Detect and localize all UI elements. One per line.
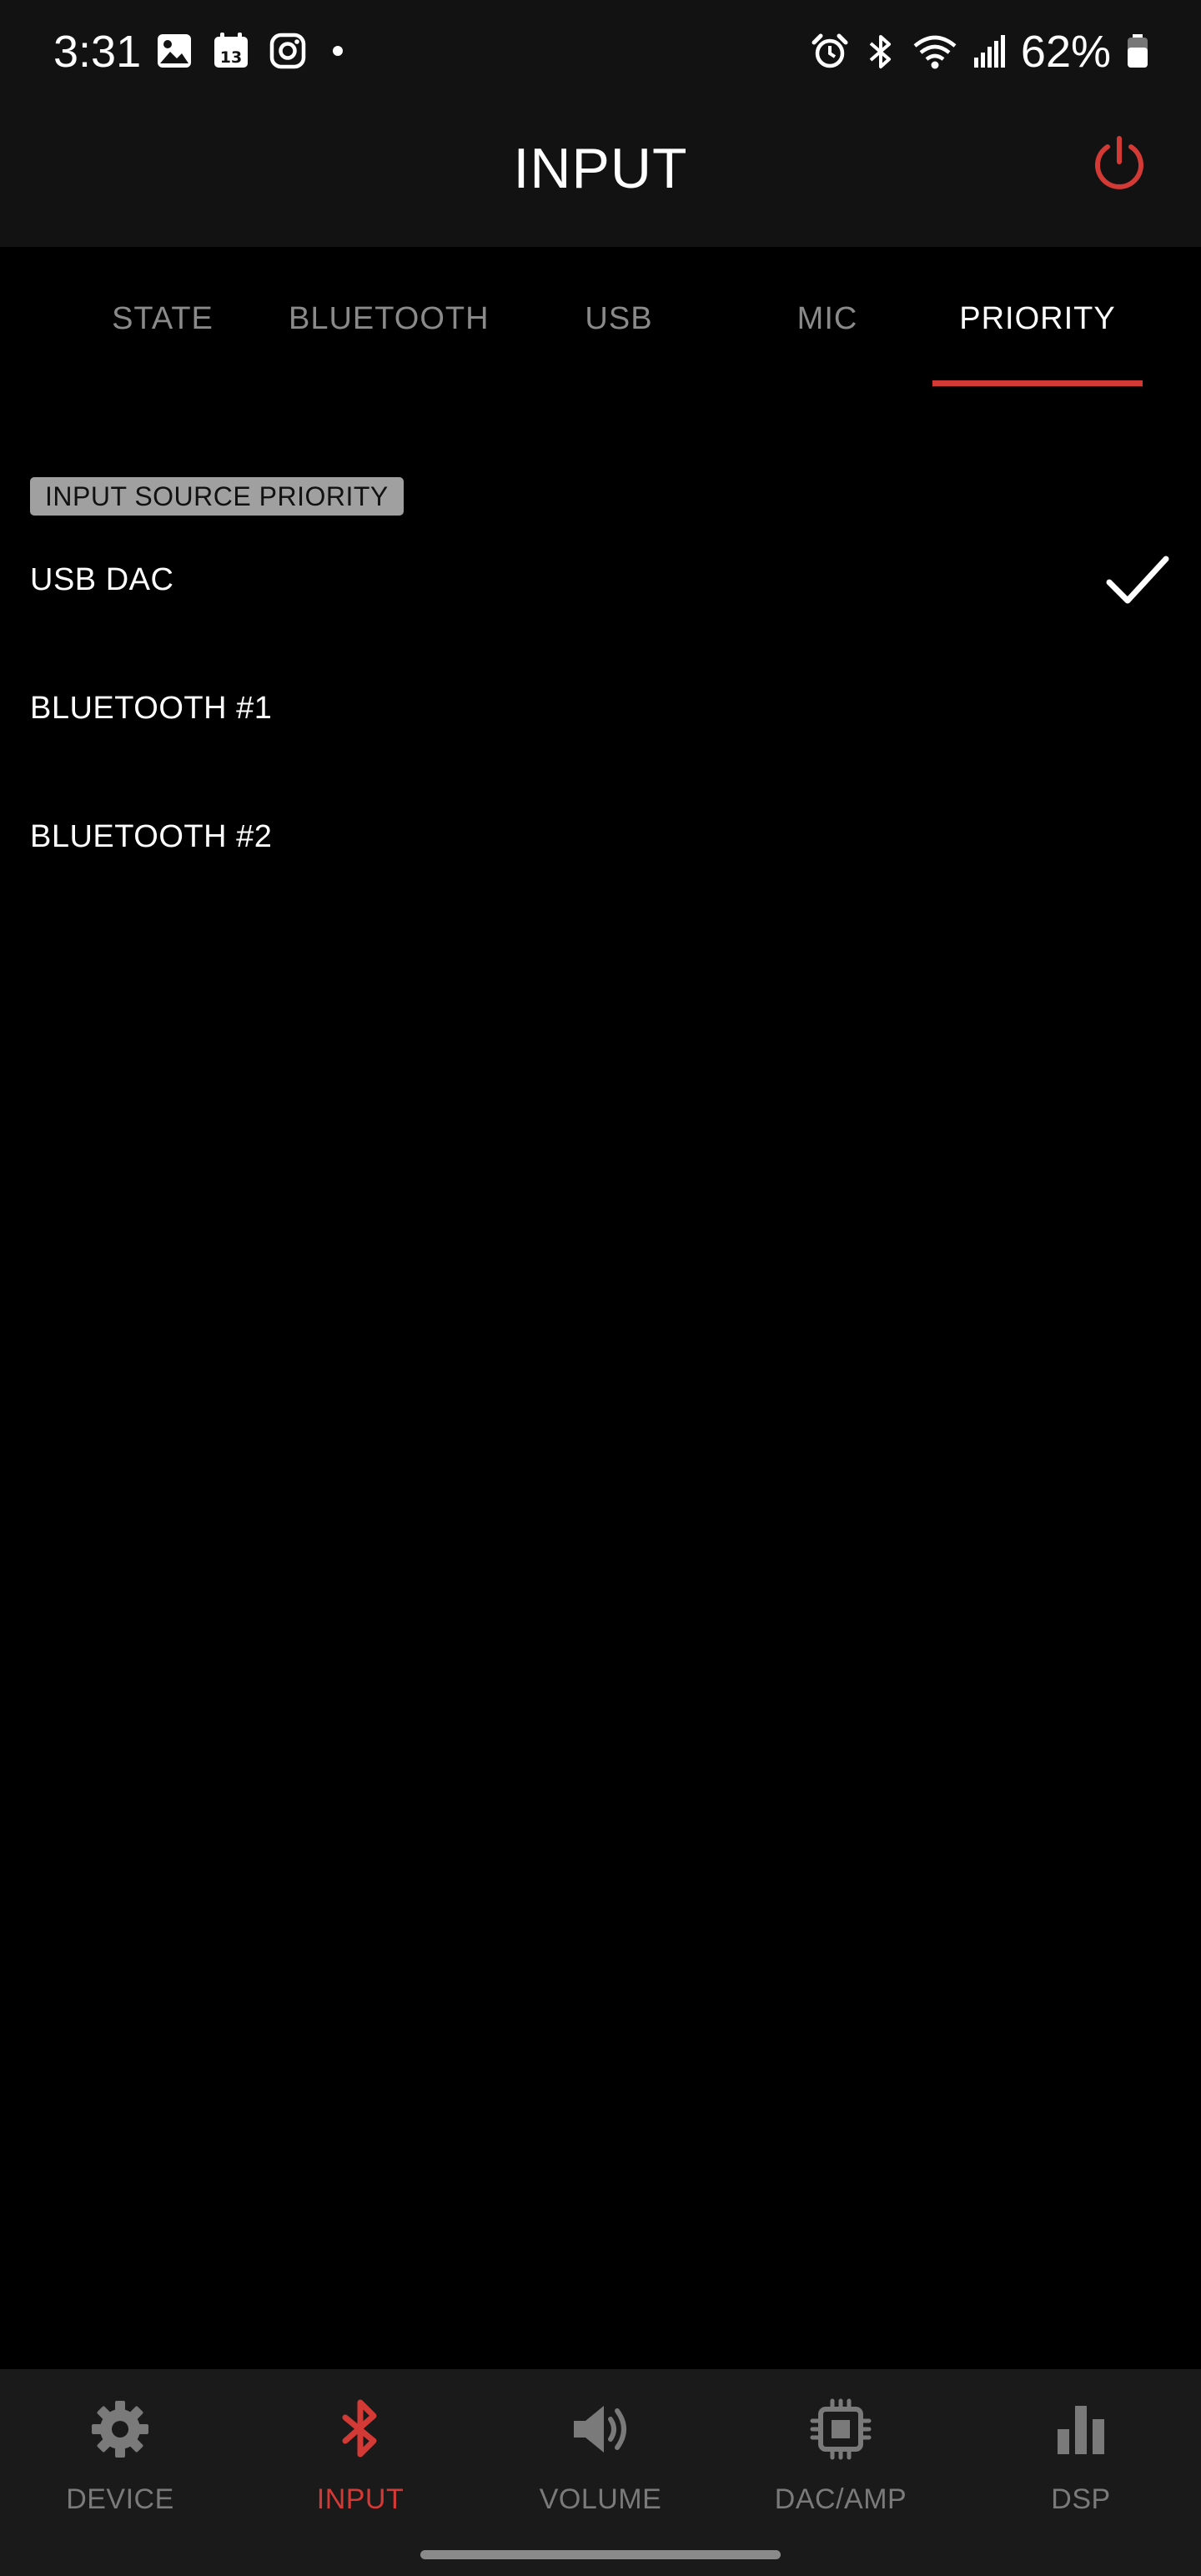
calendar-icon: 13 <box>212 32 250 70</box>
active-tab-indicator <box>932 380 1143 386</box>
bluetooth-icon <box>864 33 897 71</box>
tab-bluetooth[interactable]: BLUETOOTH <box>289 299 489 339</box>
status-bar: 3:31 13 62% <box>0 0 1201 103</box>
page-title: INPUT <box>513 137 688 200</box>
nav-label: DSP <box>1051 2483 1111 2515</box>
instagram-icon <box>269 32 307 70</box>
calendar-day: 13 <box>220 48 242 67</box>
priority-item-label: BLUETOOTH #1 <box>30 691 273 726</box>
nav-label: DAC/AMP <box>774 2483 907 2515</box>
nav-device[interactable]: DEVICE <box>0 2396 240 2529</box>
nav-dsp[interactable]: DSP <box>961 2396 1201 2529</box>
nav-label: VOLUME <box>539 2483 662 2515</box>
nav-input[interactable]: INPUT <box>240 2396 480 2529</box>
priority-item-label: USB DAC <box>30 562 174 597</box>
battery-percent: 62% <box>1020 27 1111 77</box>
power-button[interactable] <box>1088 133 1151 197</box>
dot-icon <box>325 32 350 70</box>
speaker-icon <box>574 2406 626 2453</box>
power-icon <box>1095 136 1143 189</box>
alarm-icon <box>811 33 849 71</box>
home-indicator[interactable] <box>420 2550 781 2559</box>
app-header: INPUT <box>0 103 1201 247</box>
system-icons: 62% <box>811 22 1149 82</box>
checkmark-icon <box>1104 551 1171 613</box>
input-tabs: STATE BLUETOOTH USB MIC PRIORITY <box>0 247 1201 389</box>
chip-icon <box>810 2398 872 2460</box>
priority-item-bluetooth-2[interactable]: BLUETOOTH #2 <box>30 787 1171 888</box>
priority-item-usb-dac[interactable]: USB DAC <box>30 531 1171 631</box>
tab-usb[interactable]: USB <box>552 299 686 339</box>
bottom-navigation: DEVICE INPUT VOLUME DAC/AMP DSP <box>0 2369 1201 2576</box>
nav-label: INPUT <box>316 2483 405 2515</box>
battery-icon <box>1126 33 1149 71</box>
status-time: 3:31 <box>53 27 142 77</box>
section-label: INPUT SOURCE PRIORITY <box>30 477 404 516</box>
tab-state[interactable]: STATE <box>75 299 250 339</box>
priority-item-label: BLUETOOTH #2 <box>30 819 273 854</box>
bluetooth-icon <box>342 2399 377 2458</box>
gallery-icon <box>155 32 193 70</box>
wifi-icon <box>912 33 957 71</box>
bar-chart-icon <box>1058 2406 1104 2454</box>
gear-icon <box>92 2401 148 2458</box>
priority-item-bluetooth-1[interactable]: BLUETOOTH #1 <box>30 659 1171 759</box>
nav-label: DEVICE <box>66 2483 174 2515</box>
signal-icon <box>972 33 1006 71</box>
nav-dac-amp[interactable]: DAC/AMP <box>721 2396 961 2529</box>
nav-volume[interactable]: VOLUME <box>480 2396 721 2529</box>
tab-mic[interactable]: MIC <box>761 299 894 339</box>
notification-icons: 13 <box>155 32 350 70</box>
tab-priority[interactable]: PRIORITY <box>932 299 1143 339</box>
